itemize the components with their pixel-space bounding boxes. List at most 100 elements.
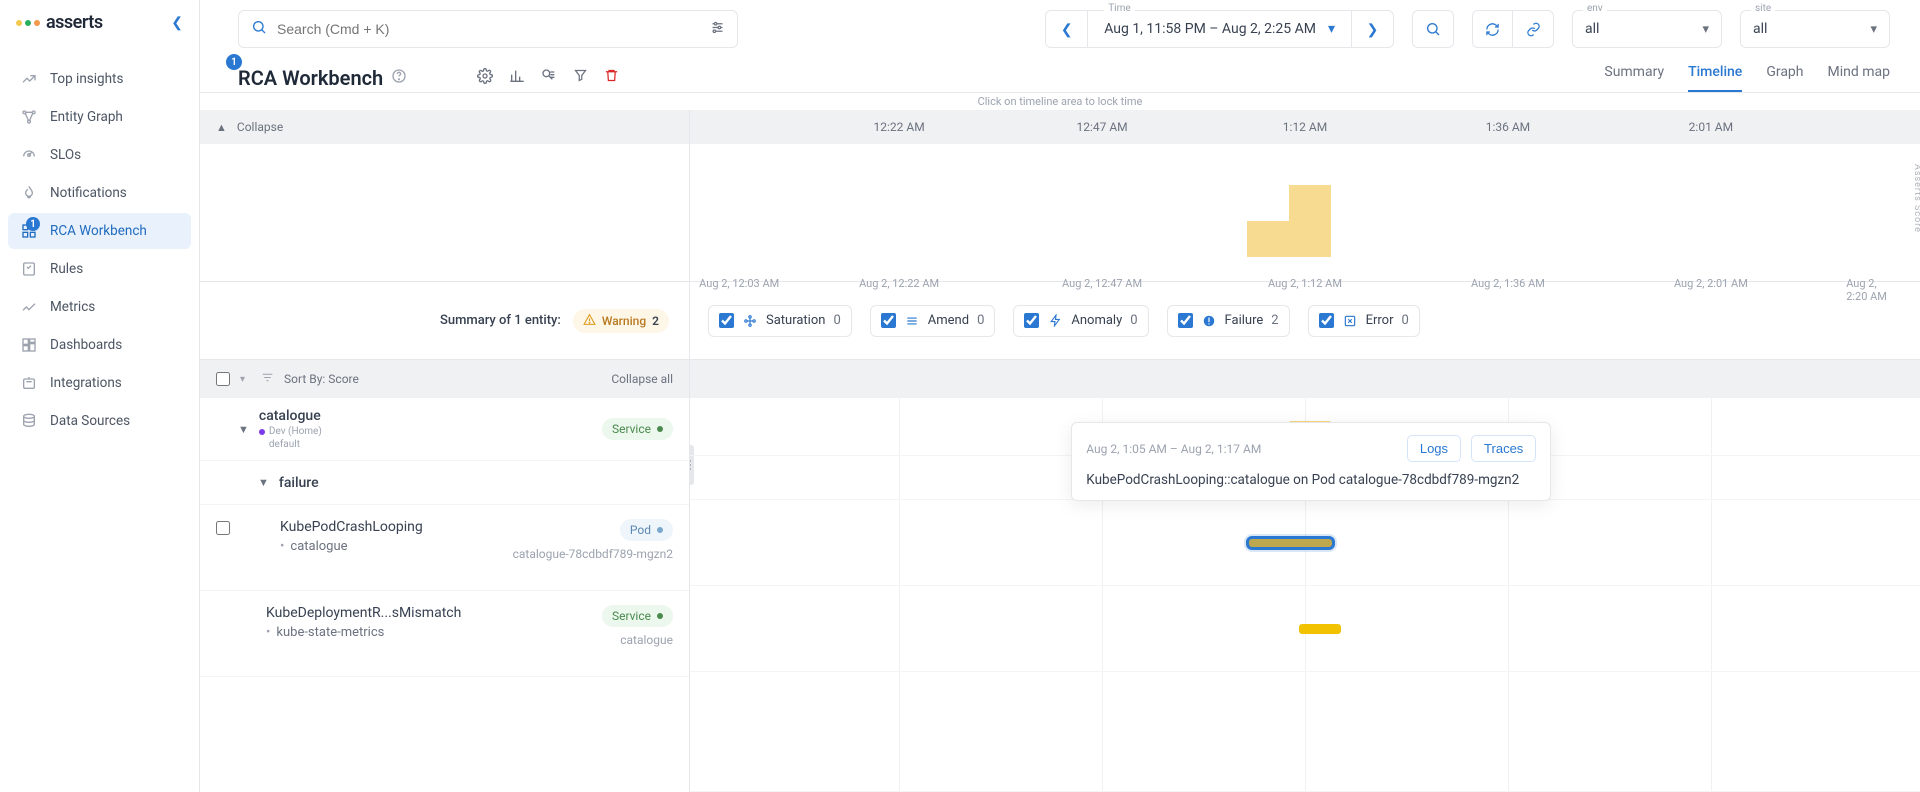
timeline-lane-item-2[interactable] [690, 586, 1920, 672]
help-icon[interactable] [391, 68, 407, 88]
assertion-row[interactable]: KubePodCrashLooping • catalogue Pod [200, 505, 689, 591]
chart-bar [1247, 221, 1289, 257]
collapse-all-button[interactable]: Collapse all [611, 372, 673, 386]
category-chip-failure[interactable]: Failure 2 [1167, 305, 1290, 337]
time-range-display[interactable]: Aug 1, 11:58 PM – Aug 2, 2:25 AM ▾ [1088, 11, 1351, 47]
traces-button[interactable]: Traces [1471, 435, 1536, 462]
category-checkbox[interactable] [1319, 313, 1334, 328]
row-checkbox[interactable] [216, 521, 230, 535]
minimap-chart[interactable]: Asserts Score Aug 2, 12:03 AM Aug 2, 12:… [690, 144, 1920, 282]
mini-tick: Aug 2, 1:12 AM [1268, 277, 1342, 290]
chevron-down-icon: ▾ [1328, 21, 1335, 37]
assertion-row[interactable]: KubeDeploymentR...sMismatch • kube-state… [200, 591, 689, 677]
category-checkbox[interactable] [1024, 313, 1039, 328]
search-icon [251, 19, 267, 39]
chevron-up-icon: ▲ [216, 121, 227, 134]
tooltip-message: KubePodCrashLooping::catalogue on Pod ca… [1086, 472, 1536, 488]
insights-icon [20, 70, 38, 88]
warning-label: Warning [602, 314, 646, 328]
nav-data-sources[interactable]: Data Sources [8, 403, 191, 439]
nav-notifications[interactable]: Notifications [8, 175, 191, 211]
tooltip-top: Aug 2, 1:05 AM – Aug 2, 1:17 AM Logs Tra… [1086, 435, 1536, 462]
nav-rules[interactable]: Rules [8, 251, 191, 287]
assertion-name: KubePodCrashLooping [280, 519, 503, 535]
trash-icon[interactable] [604, 68, 619, 88]
nav-slos[interactable]: SLOs [8, 137, 191, 173]
warning-icon [583, 313, 596, 329]
time-prev-button[interactable]: ❮ [1046, 11, 1088, 47]
nav-metrics[interactable]: Metrics [8, 289, 191, 325]
entity-row[interactable]: ▼ catalogue Dev (Home) default Service [200, 398, 689, 461]
chevron-down-icon[interactable]: ▾ [240, 374, 245, 385]
item-type-chip: Service [602, 605, 673, 627]
tab-graph[interactable]: Graph [1766, 64, 1803, 92]
category-count: 0 [1130, 313, 1137, 328]
warning-pill[interactable]: Warning 2 [573, 309, 669, 333]
refresh-button[interactable] [1473, 11, 1513, 47]
chip-label: Service [612, 422, 651, 436]
nav-integrations[interactable]: Integrations [8, 365, 191, 401]
tab-timeline[interactable]: Timeline [1688, 64, 1742, 92]
time-next-button[interactable]: ❯ [1351, 11, 1393, 47]
category-checkbox[interactable] [881, 313, 896, 328]
category-checkbox[interactable] [719, 313, 734, 328]
group-row-failure[interactable]: ▼ failure [200, 461, 689, 505]
mini-tick: Aug 2, 12:22 AM [859, 277, 939, 290]
brand-name: asserts [46, 12, 103, 33]
tab-mind-map[interactable]: Mind map [1828, 64, 1890, 92]
category-checkbox[interactable] [1178, 313, 1193, 328]
category-count: 0 [833, 313, 840, 328]
tab-summary[interactable]: Summary [1604, 64, 1664, 92]
category-label: Error [1366, 313, 1394, 328]
sort-label[interactable]: Sort By: Score [284, 372, 359, 386]
env-label: env [1583, 3, 1607, 14]
category-count: 0 [977, 313, 984, 328]
link-button[interactable] [1513, 11, 1553, 47]
anomaly-icon [1047, 313, 1063, 329]
search-input[interactable] [277, 21, 700, 37]
site-select[interactable]: site all ▾ [1740, 10, 1890, 48]
category-chip-amend[interactable]: Amend 0 [870, 305, 996, 337]
filter-icon[interactable] [573, 68, 588, 88]
lane-bar[interactable] [1299, 624, 1341, 634]
env-select[interactable]: env all ▾ [1572, 10, 1722, 48]
search-input-wrapper[interactable] [238, 10, 738, 48]
sort-row: ▾ Sort By: Score Collapse all [200, 360, 689, 398]
timeline-axis-top: 12:22 AM 12:47 AM 1:12 AM 1:36 AM 2:01 A… [690, 110, 1920, 144]
lane-bar-selected[interactable] [1246, 536, 1335, 550]
nav-dashboards[interactable]: Dashboards [8, 327, 191, 363]
category-count: 0 [1401, 313, 1408, 328]
item-labels: KubePodCrashLooping • catalogue [280, 519, 503, 554]
gear-icon[interactable] [477, 68, 493, 88]
left-collapse-header[interactable]: ▲ Collapse [200, 110, 689, 144]
mini-tick: Aug 2, 2:01 AM [1674, 277, 1748, 290]
timeline-lane-empty [690, 672, 1920, 792]
nav-label: Top insights [50, 71, 123, 87]
time-zoom-button[interactable] [1412, 10, 1454, 48]
nav-top-insights[interactable]: Top insights [8, 61, 191, 97]
query-icon[interactable] [541, 68, 557, 88]
split-body: ▲ Collapse Summary of 1 entity: Warning … [200, 110, 1920, 792]
chevron-down-icon: ▾ [1702, 22, 1709, 37]
sidebar-collapse-icon[interactable]: ❮ [171, 15, 183, 31]
category-chip-error[interactable]: Error 0 [1308, 305, 1420, 337]
bar-chart-icon[interactable] [509, 68, 525, 88]
chart-bar [1289, 185, 1331, 257]
tick-label: 12:47 AM [1076, 120, 1127, 134]
header-action-icons [477, 68, 619, 88]
sliders-icon[interactable] [710, 20, 725, 39]
entity-sub: Dev (Home) [259, 426, 322, 437]
nav-rca-workbench[interactable]: 1 RCA Workbench [8, 213, 191, 249]
assertion-sub-text: kube-state-metrics [276, 625, 384, 640]
timeline-lane-item-1[interactable]: Aug 2, 1:05 AM – Aug 2, 1:17 AM Logs Tra… [690, 500, 1920, 586]
nav-label: Integrations [50, 375, 122, 391]
select-all-checkbox[interactable] [216, 372, 230, 386]
nav-entity-graph[interactable]: Entity Graph [8, 99, 191, 135]
mini-tick: Aug 2, 2:20 AM [1846, 277, 1895, 303]
category-chip-anomaly[interactable]: Anomaly 0 [1013, 305, 1148, 337]
logs-button[interactable]: Logs [1407, 435, 1461, 462]
minimap-bars [690, 167, 1920, 257]
category-chip-saturation[interactable]: Saturation 0 [708, 305, 852, 337]
sort-icon[interactable] [261, 371, 274, 387]
nav-label: SLOs [50, 147, 81, 163]
